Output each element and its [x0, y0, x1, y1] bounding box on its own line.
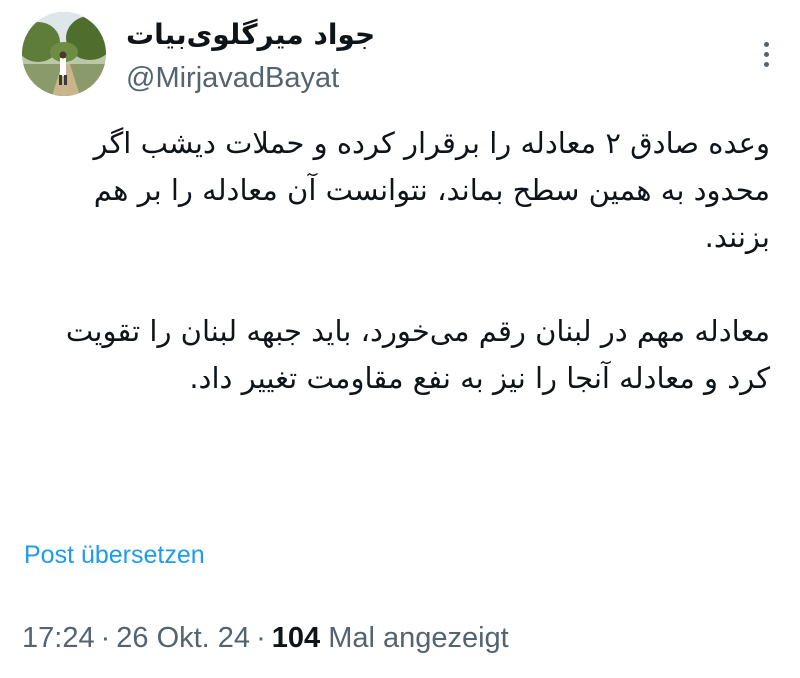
avatar[interactable]: [22, 12, 106, 96]
more-options-button[interactable]: [754, 34, 778, 74]
meta-separator: ·: [256, 622, 266, 654]
user-info: جواد میرگلوی‌بیات @MirjavadBayat: [126, 16, 686, 96]
post-time[interactable]: 17:24: [22, 622, 95, 654]
tweet-meta: 17:24 · 26 Okt. 24 · 104 Mal angezeigt: [22, 618, 509, 658]
three-dots-vertical-icon: [763, 41, 769, 47]
tweet-paragraph: وعده صادق ۲ معادله را برقرار کرده و حملا…: [93, 126, 770, 254]
post-date[interactable]: 26 Okt. 24: [116, 622, 250, 654]
tweet-header: جواد میرگلوی‌بیات @MirjavadBayat: [22, 12, 782, 102]
meta-separator: ·: [100, 622, 111, 654]
tweet-card: جواد میرگلوی‌بیات @MirjavadBayat وعده صا…: [0, 0, 800, 678]
display-name[interactable]: جواد میرگلوی‌بیات: [126, 16, 426, 54]
three-dots-vertical-icon: [763, 51, 769, 57]
user-handle[interactable]: @MirjavadBayat: [126, 60, 686, 96]
three-dots-vertical-icon: [763, 61, 769, 67]
views-count: 104: [271, 622, 321, 654]
views-label: Mal angezeigt: [328, 622, 509, 654]
translate-post-link[interactable]: Post übersetzen: [24, 538, 205, 572]
tweet-body: وعده صادق ۲ معادله را برقرار کرده و حملا…: [30, 120, 770, 402]
tweet-paragraph: معادله مهم در لبنان رقم می‌خورد، باید جب…: [65, 314, 770, 395]
avatar-image: [22, 12, 106, 96]
